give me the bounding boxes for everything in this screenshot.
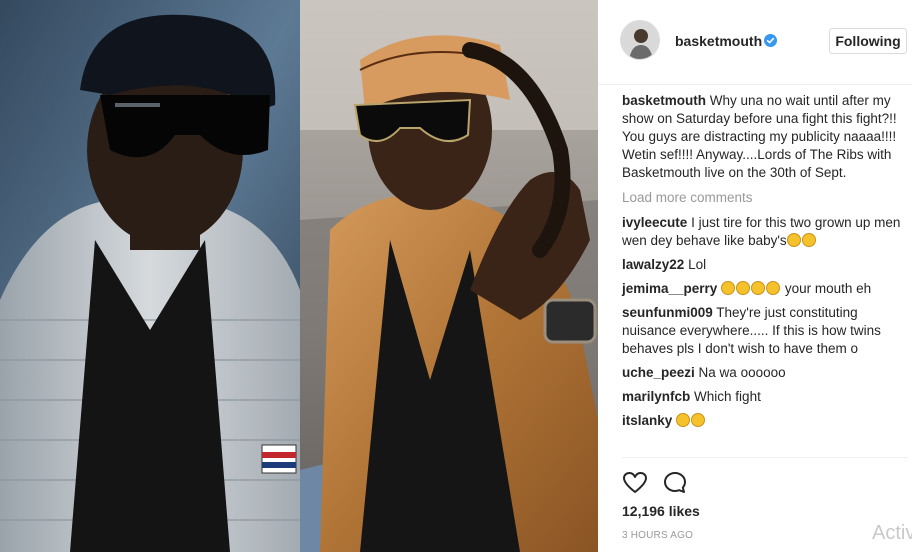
grinning-face-emoji-icon [721,281,736,295]
avatar[interactable] [620,20,660,60]
grinning-face-emoji-icon [766,281,781,295]
comments-list: basketmouth Why una no wait until after … [622,92,902,436]
post-timestamp[interactable]: 3 HOURS AGO [622,530,693,541]
comment-item: ivyleecute I just tire for this two grow… [622,214,902,250]
grinning-face-emoji-icon [751,281,766,295]
comment-username[interactable]: lawalzy22 [622,257,684,272]
avatar-image [621,21,659,59]
post-author-username[interactable]: basketmouth [675,33,762,49]
post-caption: basketmouth Why una no wait until after … [622,92,902,182]
comment-username[interactable]: uche_peezi [622,365,695,380]
comment-item: seunfunmi009 They're just constituting n… [622,304,902,358]
comment-username[interactable]: seunfunmi009 [622,305,713,320]
comment-username[interactable]: jemima__perry [622,281,717,296]
right-watch [543,298,597,344]
comment-item: jemima__perry your mouth eh [622,280,902,298]
heart-icon[interactable] [622,470,648,496]
caption-username[interactable]: basketmouth [622,93,706,108]
following-button[interactable]: Following [829,28,907,54]
comment-text: Which fight [694,389,761,404]
verified-badge-icon [764,34,777,47]
comment-item: marilynfcb Which fight [622,388,902,406]
post-header: basketmouth Following [598,0,912,85]
comment-username[interactable]: marilynfcb [622,389,690,404]
comment-text: your mouth eh [784,281,872,296]
comment-item: uche_peezi Na wa oooooo [622,364,902,382]
grinning-face-emoji-icon [691,413,706,427]
likes-count[interactable]: 12,196 likes [622,503,700,519]
comment-bubble-icon[interactable] [662,470,688,496]
pensive-face-emoji-icon [801,233,816,247]
actions-divider [622,457,908,458]
activate-windows-watermark: Activ [872,522,912,544]
comment-text: Lol [688,257,707,272]
comment-username[interactable]: itslanky [622,413,672,428]
grinning-face-emoji-icon [676,413,691,427]
comment-username[interactable]: ivyleecute [622,215,687,230]
post-image [0,0,598,552]
post-sidebar: basketmouth Following basketmouth Why un… [598,0,912,552]
comment-text: Na wa oooooo [698,365,786,380]
pensive-face-emoji-icon [786,233,801,247]
post-photo[interactable] [0,0,598,552]
comment-item: lawalzy22 Lol [622,256,902,274]
load-more-comments-link[interactable]: Load more comments [622,189,902,207]
comment-item: itslanky [622,412,902,430]
grinning-face-emoji-icon [736,281,751,295]
